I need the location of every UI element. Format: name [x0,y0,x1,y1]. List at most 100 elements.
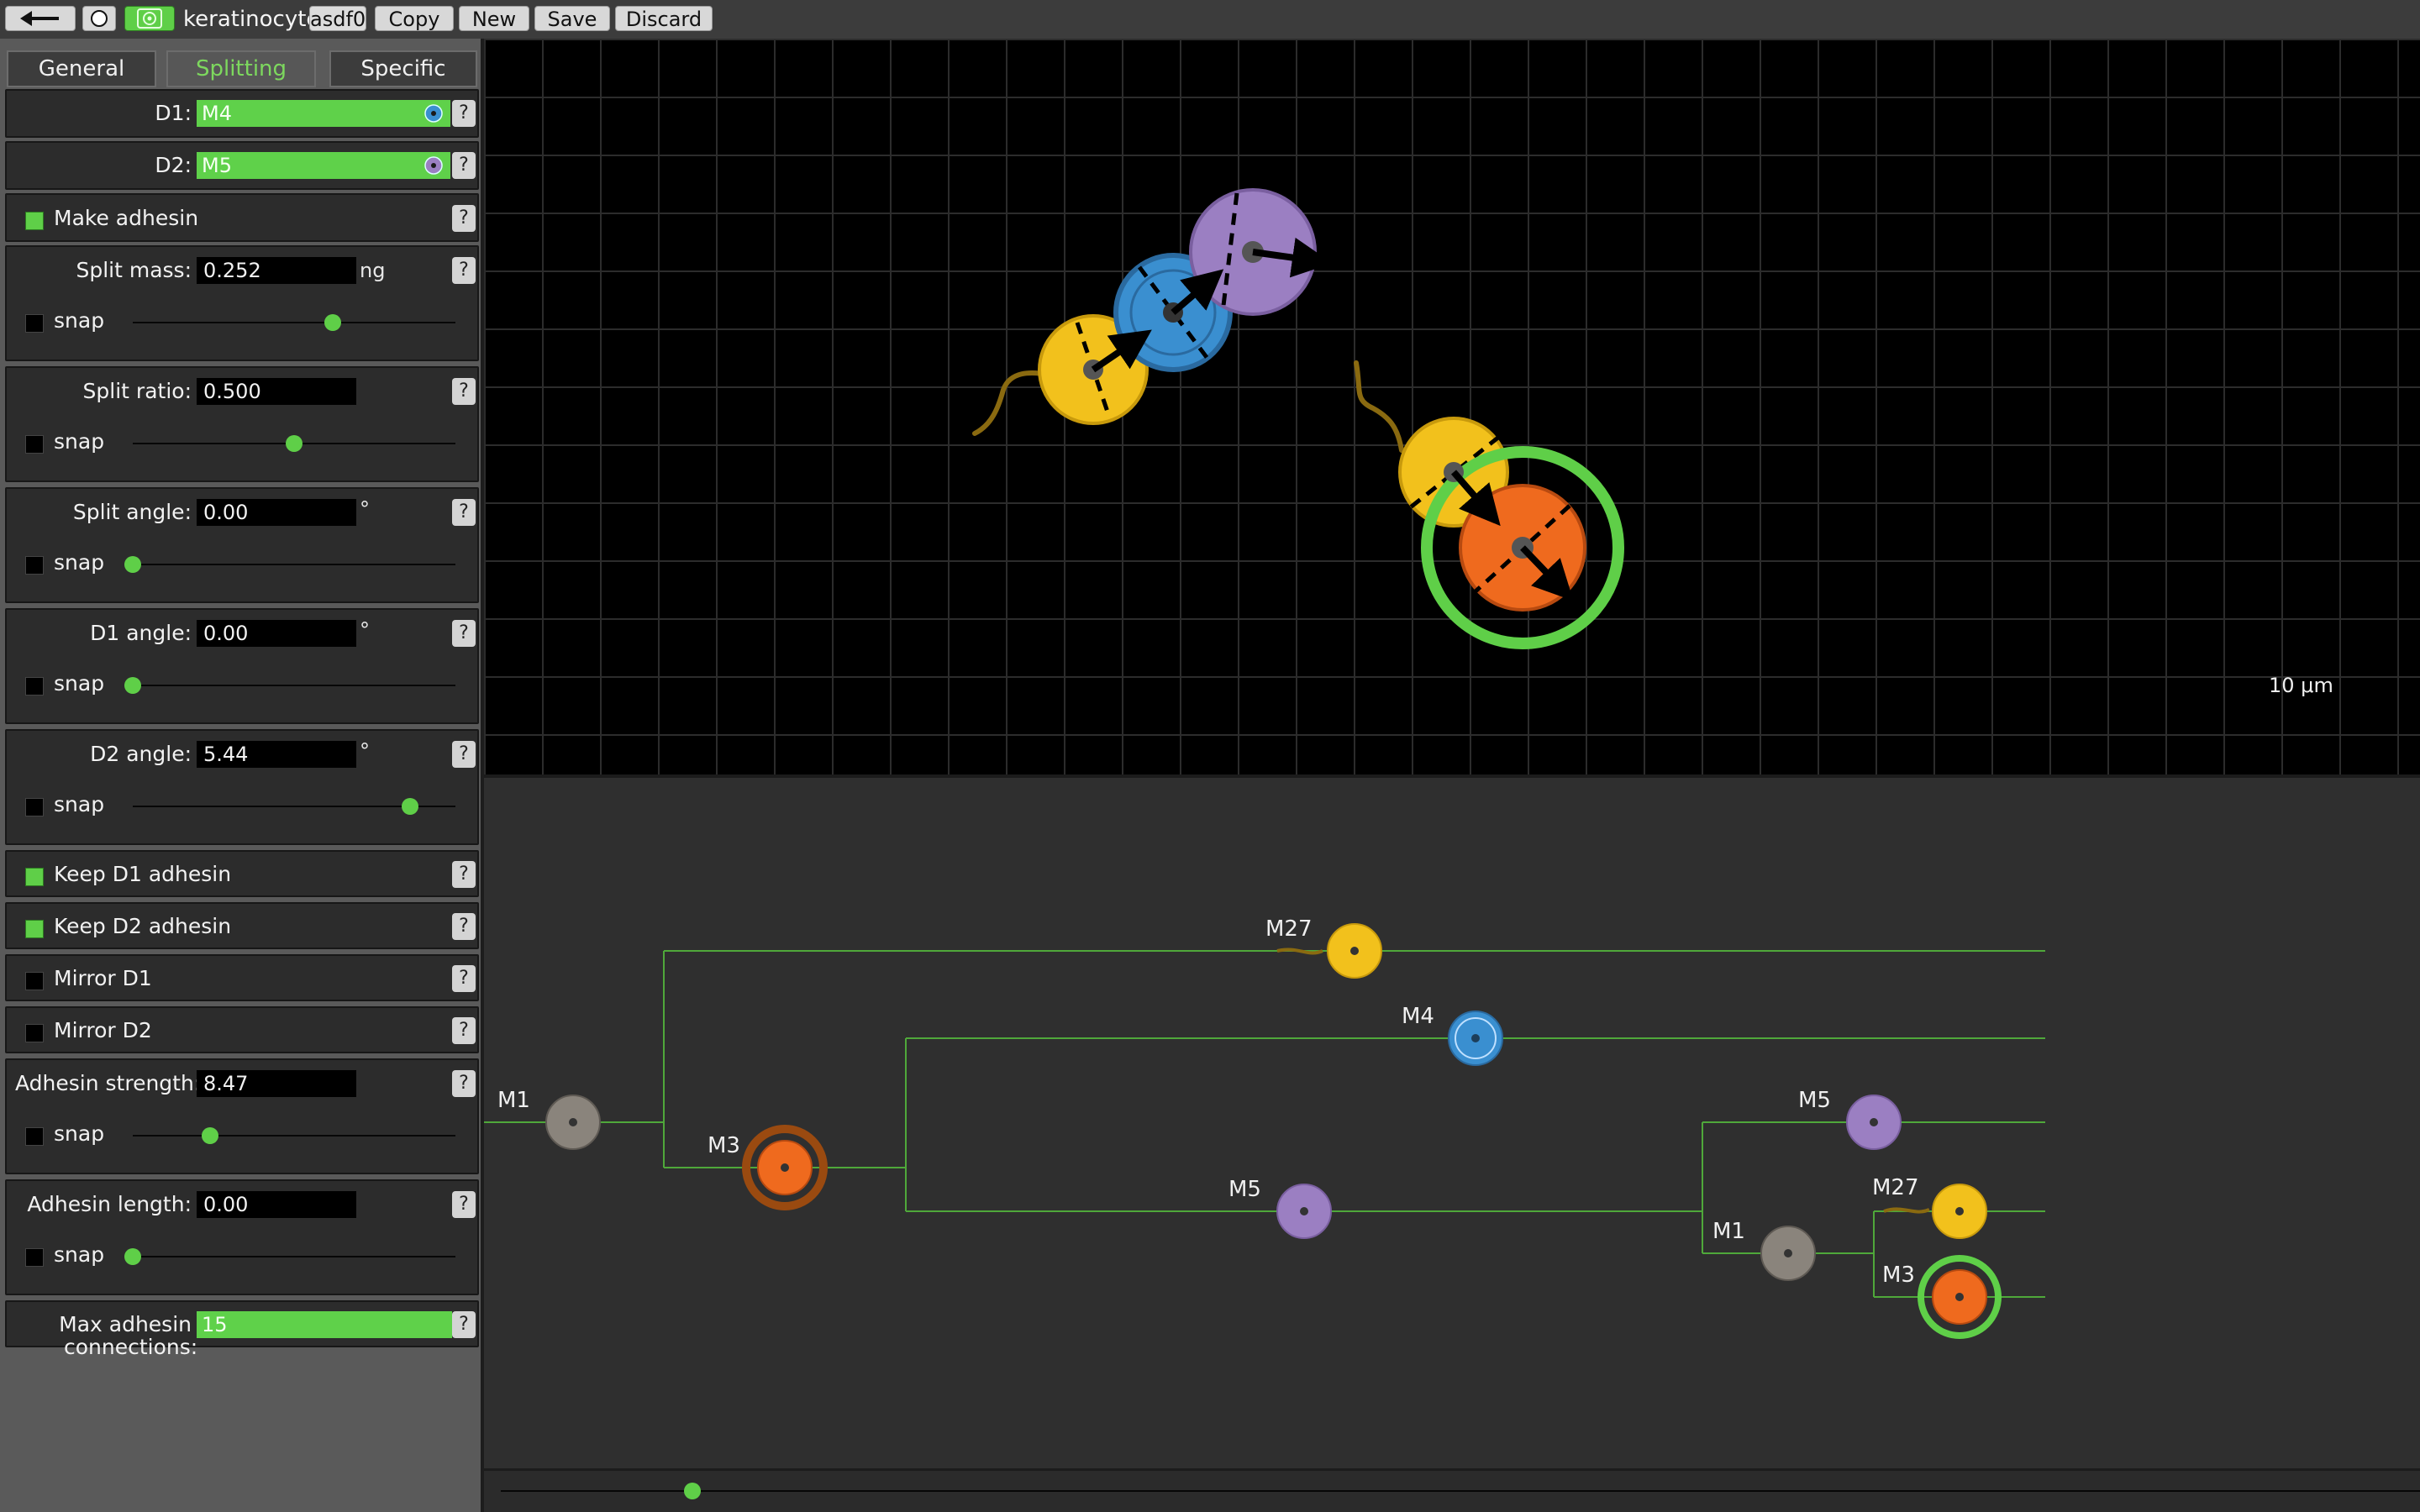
cell-preview-canvas[interactable]: 10 μm [484,39,2420,774]
scale-label: 10 μm [2269,674,2333,697]
time-scrubber[interactable] [484,1468,2420,1512]
max-adhesin-help-button[interactable]: ? [452,1311,476,1338]
cell-cluster-right[interactable] [1354,360,1624,649]
split-ratio-help-button[interactable]: ? [452,378,476,405]
adhesin-strength-slider-knob[interactable] [202,1127,219,1144]
split-ratio-slider-knob[interactable] [286,435,302,452]
d1-label: D1: [155,101,192,125]
back-button[interactable] [5,6,76,31]
copy-button[interactable]: Copy [375,6,454,31]
time-slider-track[interactable] [501,1490,2420,1492]
lineage-tree-panel[interactable]: M1 M27 M3 M4 M5 M5 M1 M27 M3 [484,774,2420,1468]
split-angle-help-button[interactable]: ? [452,499,476,526]
make-adhesin-row: Make adhesin ? [5,193,479,242]
split-angle-slider-knob[interactable] [124,556,141,573]
circle-icon [91,10,108,27]
cell-cluster-left[interactable] [972,188,1333,436]
d1-angle-slider-knob[interactable] [124,677,141,694]
circle-button[interactable] [82,6,116,31]
d2-help-button[interactable]: ? [452,152,476,179]
adhesin-length-input[interactable]: 0.00 [197,1191,356,1218]
adhesin-strength-label: Adhesin strength: [15,1071,202,1095]
time-slider-knob[interactable] [684,1483,702,1499]
split-mass-slider-knob[interactable] [324,314,342,331]
mirror-d1-checkbox[interactable] [25,972,44,990]
keep-d1-adhesin-help-button[interactable]: ? [452,861,476,888]
node-m5-b[interactable]: M5 [1798,1088,1902,1150]
tab-specific[interactable]: Specific [329,50,477,87]
cell-preview-viewport[interactable]: 10 μm [484,39,2420,774]
split-mass-snap-label: snap [54,308,105,333]
keep-d1-adhesin-checkbox[interactable] [25,868,44,886]
node-label: M1 [1712,1219,1745,1244]
split-angle-snap-checkbox[interactable] [25,556,44,575]
d2-angle-snap-checkbox[interactable] [25,798,44,816]
lineage-tree[interactable]: M1 M27 M3 M4 M5 M5 M1 M27 M3 [484,778,2420,1468]
node-m27-a[interactable]: M27 [1265,916,1382,979]
mirror-d2-checkbox[interactable] [25,1024,44,1042]
d2-angle-input[interactable]: 5.44 [197,741,356,768]
node-m4[interactable]: M4 [1402,1004,1503,1066]
d2-mode-select[interactable]: M5 [197,152,450,179]
tab-splitting[interactable]: Splitting [166,50,316,87]
max-adhesin-label-line2: connections: [64,1335,198,1359]
d1-angle-snap-label: snap [54,671,105,696]
adhesin-strength-snap-checkbox[interactable] [25,1127,44,1146]
d1-angle-slider-track[interactable] [133,685,455,686]
split-angle-label: Split angle: [72,500,192,524]
adhesin-strength-slider-track[interactable] [133,1135,455,1137]
split-mass-input[interactable]: 0.252 [197,257,356,284]
split-ratio-label: Split ratio: [82,379,192,403]
d1-angle-snap-checkbox[interactable] [25,677,44,696]
new-button[interactable]: New [459,6,529,31]
flagellum [972,370,1051,436]
mirror-d1-help-button[interactable]: ? [452,965,476,992]
adhesin-length-help-button[interactable]: ? [452,1191,476,1218]
keep-d2-adhesin-help-button[interactable]: ? [452,913,476,940]
split-angle-slider-track[interactable] [133,564,455,565]
split-angle-row: Split angle: 0.00 ° ? snap [5,487,479,603]
genome-name-field[interactable]: asdf0 [309,6,366,31]
d1-help-button[interactable]: ? [452,100,476,127]
split-angle-input[interactable]: 0.00 [197,499,356,526]
mirror-d1-label: Mirror D1 [54,966,152,990]
d1-angle-label: D1 angle: [90,621,192,645]
split-ratio-input[interactable]: 0.500 [197,378,356,405]
discard-button[interactable]: Discard [615,6,713,31]
adhesin-length-snap-label: snap [54,1242,105,1267]
adhesin-strength-input[interactable]: 8.47 [197,1070,356,1097]
adhesin-length-row: Adhesin length: 0.00 ? snap [5,1179,479,1295]
split-mass-help-button[interactable]: ? [452,257,476,284]
d1-angle-help-button[interactable]: ? [452,620,476,647]
top-toolbar: keratinocyte asdf0 Copy New Save Discard [0,0,2420,39]
arrow-left-icon [20,11,59,26]
keep-d2-adhesin-checkbox[interactable] [25,920,44,938]
node-m1-b[interactable]: M1 [1712,1219,1816,1281]
cell-icon [137,8,162,29]
max-adhesin-input[interactable]: 15 [197,1311,452,1338]
adhesin-length-slider-knob[interactable] [124,1248,141,1265]
d2-angle-slider-knob[interactable] [402,798,419,815]
mirror-d2-label: Mirror D2 [54,1018,152,1042]
d1-angle-input[interactable]: 0.00 [197,620,356,647]
save-button[interactable]: Save [534,6,610,31]
make-adhesin-help-button[interactable]: ? [452,205,476,232]
d2-angle-help-button[interactable]: ? [452,741,476,768]
node-m27-b[interactable]: M27 [1872,1175,1987,1239]
mirror-d2-help-button[interactable]: ? [452,1017,476,1044]
adhesin-strength-help-button[interactable]: ? [452,1070,476,1097]
split-mass-slider-track[interactable] [133,322,455,323]
split-mass-snap-checkbox[interactable] [25,314,44,333]
split-mass-unit: ng [360,259,386,282]
split-ratio-snap-checkbox[interactable] [25,435,44,454]
cell-type-button[interactable] [124,6,175,31]
adhesin-length-snap-checkbox[interactable] [25,1248,44,1267]
d1-angle-unit: ° [360,618,370,642]
adhesin-length-slider-track[interactable] [133,1256,455,1257]
tab-general[interactable]: General [7,50,156,87]
node-m5-a[interactable]: M5 [1228,1177,1332,1239]
node-m1-root[interactable]: M1 [497,1088,601,1150]
make-adhesin-checkbox[interactable] [25,212,44,230]
d1-mode-select[interactable]: M4 [197,100,450,127]
d1-row: D1: M4 ? [5,89,479,138]
